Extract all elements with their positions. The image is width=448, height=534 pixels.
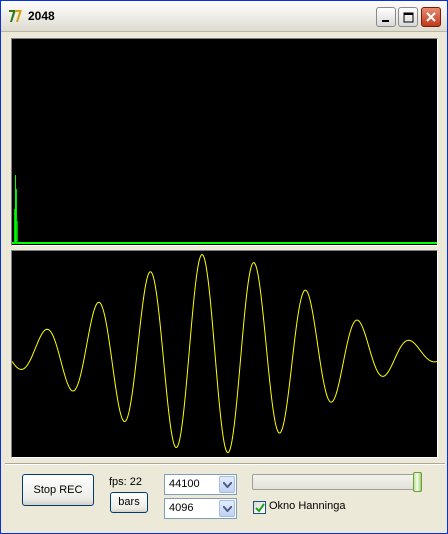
hanning-checkbox[interactable] [253,501,266,514]
spectrum-bar [15,175,16,243]
waveform-line [12,253,437,454]
chevron-down-icon [223,482,232,488]
fps-readout: fps: 22 [109,476,143,488]
app-window: 2048 Stop REC fps: 22 bars 44100 4096 Ok… [0,0,448,534]
fft-size-select[interactable]: 4096 [164,498,237,519]
hanning-label[interactable]: Okno Hanninga [269,500,345,512]
sample-rate-value: 44100 [169,478,200,490]
waveform-display [11,250,438,458]
minimize-icon [382,20,389,22]
title-bar[interactable]: 2048 [1,1,447,32]
gain-slider-track[interactable] [252,474,422,490]
spectrum-display [11,38,438,246]
gain-slider-thumb[interactable] [413,472,422,492]
bars-button[interactable]: bars [110,492,148,513]
panel-divider [5,463,445,465]
fft-size-dropdown-button[interactable] [219,500,235,517]
spectrum-bar [14,209,15,243]
window-title: 2048 [28,9,55,23]
maximize-icon [403,12,414,23]
close-button[interactable] [421,7,441,27]
stop-rec-button[interactable]: Stop REC [22,474,94,506]
spectrum-canvas [12,175,437,244]
waveform-canvas [12,253,437,454]
checkmark-icon [255,503,265,513]
spectrum-bar [17,221,18,243]
spectrum-bar [16,189,17,243]
sample-rate-select[interactable]: 44100 [164,474,237,495]
app-logo-icon [9,10,22,22]
maximize-button[interactable] [398,7,418,27]
sample-rate-dropdown-button[interactable] [219,476,235,493]
chevron-down-icon [223,506,232,512]
fft-size-value: 4096 [169,502,194,514]
close-icon [426,12,436,22]
minimize-button[interactable] [376,7,396,27]
